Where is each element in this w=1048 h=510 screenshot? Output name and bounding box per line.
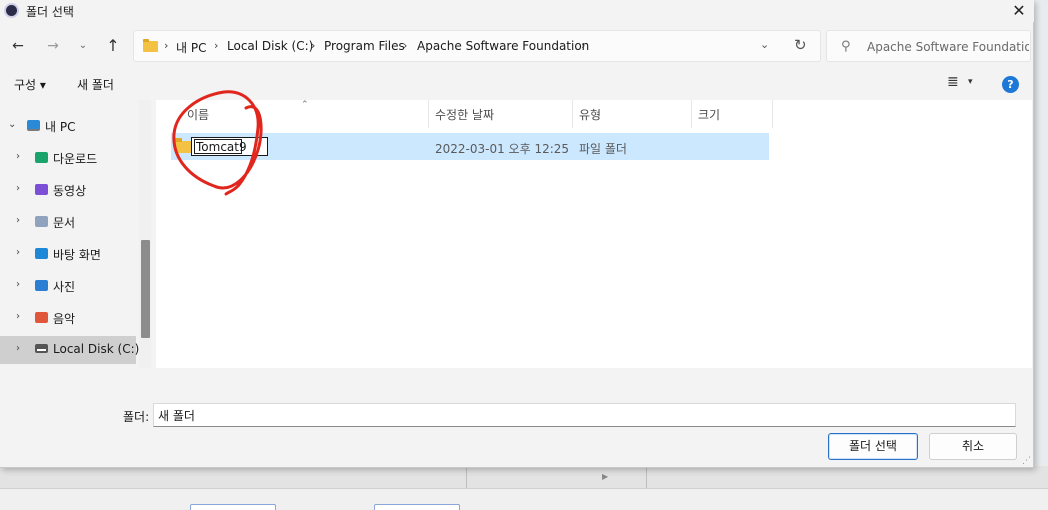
folder-name-input[interactable] [158,407,1008,423]
nav-pane-scrollbar[interactable] [139,100,151,368]
toolbar: 구성 ▾ 새 폴더 ≣ ▾ ? [0,68,1034,100]
rename-input[interactable] [196,140,264,154]
column-header-size[interactable]: 크기 [698,106,720,123]
select-folder-button[interactable]: 폴더 선택 [828,433,918,460]
view-options-icon[interactable]: ≣ [947,74,959,90]
address-dropdown-chevron-icon[interactable]: ⌄ [760,38,769,51]
help-icon[interactable]: ? [1002,76,1019,93]
column-divider[interactable] [428,100,429,128]
computer-icon [27,120,40,131]
breadcrumb-program-files[interactable]: Program Files [324,39,405,53]
row-modified-date: 2022-03-01 오후 12:25 [435,142,570,156]
organize-button[interactable]: 구성 ▾ [14,76,46,93]
title-bar: 폴더 선택 ✕ [0,0,1034,22]
breadcrumb-separator: › [164,39,169,52]
videos-icon [35,184,48,195]
window-title: 폴더 선택 [26,5,74,19]
background-bottom-bar [0,488,1048,510]
sort-caret-icon: ⌃ [301,100,309,110]
nav-item-local-disk[interactable]: › Local Disk (C:) [0,336,140,364]
documents-icon [35,216,48,227]
nav-item-label: 사진 [53,280,76,294]
breadcrumb-separator: › [311,39,316,52]
resize-grip-icon[interactable]: ⋰ [1022,456,1031,466]
row-type: 파일 폴더 [579,142,627,156]
nav-item-desktop[interactable]: › 바탕 화면 [0,240,136,268]
back-arrow-icon[interactable]: ← [8,36,28,56]
folder-icon [143,39,158,52]
column-divider[interactable] [691,100,692,128]
desktop-icon [35,248,48,259]
music-icon [35,312,48,323]
breadcrumb-separator: › [214,39,219,52]
file-list: ⌃ 이름 수정한 날짜 유형 크기 2022-03-01 오후 12:25 파일… [156,100,1032,368]
app-icon [4,3,19,18]
pictures-icon [35,280,48,291]
table-row[interactable]: 2022-03-01 오후 12:25 파일 폴더 [171,133,769,160]
drive-icon [35,344,48,353]
column-header-name[interactable]: 이름 [187,106,209,123]
background-divider [646,466,647,488]
chevron-right-icon[interactable]: › [16,343,20,354]
address-bar[interactable]: › 내 PC › Local Disk (C:) › Program Files… [133,30,821,62]
up-arrow-icon[interactable]: ↑ [103,36,123,56]
breadcrumb-local-disk[interactable]: Local Disk (C:) [227,39,313,53]
background-window: ▶ [0,466,1048,510]
nav-pane-scroll-thumb[interactable] [141,240,150,338]
nav-item-label: 문서 [53,216,76,230]
chevron-right-icon[interactable]: › [16,311,20,322]
nav-item-music[interactable]: › 음악 [0,304,136,332]
view-options-caret-icon[interactable]: ▾ [968,77,973,87]
downloads-icon [35,152,48,163]
close-button[interactable]: ✕ [1004,0,1034,22]
forward-arrow-icon[interactable]: → [43,36,63,56]
nav-item-label: Local Disk (C:) [53,342,140,356]
nav-item-label: 내 PC [45,120,76,134]
folder-label: 폴더: [123,410,150,424]
folder-name-field[interactable] [153,403,1016,427]
chevron-right-icon[interactable]: › [16,183,20,194]
column-divider[interactable] [772,100,773,128]
background-button [374,504,460,510]
navigation-pane: ⌄ 내 PC › 다운로드 › 동영상 › 문서 › 바탕 화면 › 사진 › … [0,100,153,368]
nav-item-label: 동영상 [53,184,87,198]
search-input[interactable]: Apache Software Foundatio... [867,40,1029,54]
nav-item-documents[interactable]: › 문서 [0,208,136,236]
chevron-down-icon[interactable]: ⌄ [8,119,16,130]
folder-select-dialog: 폴더 선택 ✕ ← → ⌄ ↑ › 내 PC › Local Disk (C:)… [0,0,1034,468]
folder-icon [175,138,192,153]
new-folder-button[interactable]: 새 폴더 [77,76,114,93]
chevron-right-icon[interactable]: › [16,215,20,226]
nav-item-my-pc[interactable]: ⌄ 내 PC [0,112,136,140]
nav-item-videos[interactable]: › 동영상 [0,176,136,204]
rename-field[interactable] [191,137,268,156]
nav-item-label: 바탕 화면 [53,248,101,262]
column-header-modified[interactable]: 수정한 날짜 [435,106,494,123]
nav-item-pictures[interactable]: › 사진 [0,272,136,300]
background-button [190,504,276,510]
nav-item-label: 음악 [53,312,76,326]
recent-locations-chevron-icon[interactable]: ⌄ [73,36,93,56]
chevron-right-icon[interactable]: › [16,279,20,290]
search-icon: ⚲ [841,39,851,54]
breadcrumb-separator[interactable]: › [581,39,585,52]
refresh-icon[interactable]: ↻ [794,36,807,54]
column-header-type[interactable]: 유형 [579,106,601,123]
column-divider[interactable] [572,100,573,128]
chevron-right-icon[interactable]: › [16,151,20,162]
chevron-right-icon[interactable]: › [16,247,20,258]
background-scroll-arrow: ▶ [602,472,609,481]
cancel-button[interactable]: 취소 [929,433,1017,460]
search-box[interactable]: ⚲ Apache Software Foundatio... [826,30,1031,62]
nav-item-downloads[interactable]: › 다운로드 [0,144,136,172]
breadcrumb-separator: › [403,39,408,52]
breadcrumb-my-pc[interactable]: 내 PC [176,39,206,56]
breadcrumb-apache[interactable]: Apache Software Foundation [417,39,589,53]
nav-item-label: 다운로드 [53,152,98,166]
